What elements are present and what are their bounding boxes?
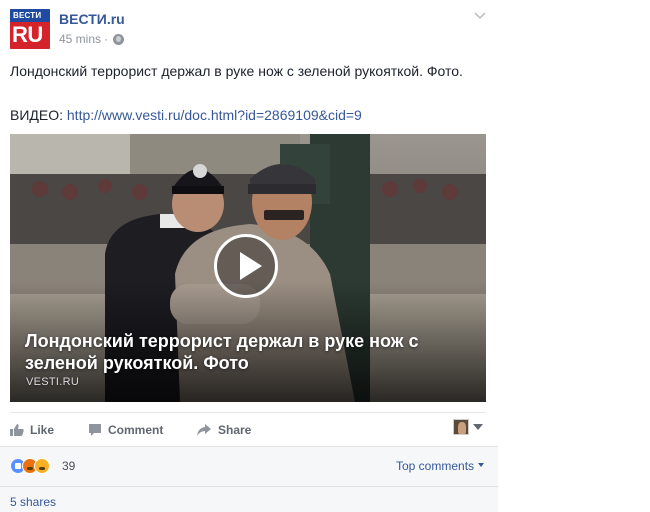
reactions-bar: 39 Top comments bbox=[0, 446, 498, 486]
comment-icon bbox=[89, 424, 101, 436]
top-comments-dropdown[interactable]: Top comments bbox=[396, 459, 485, 473]
chevron-down-icon[interactable] bbox=[474, 12, 486, 20]
shares-count-link[interactable]: 5 shares bbox=[10, 495, 56, 509]
reaction-count[interactable]: 39 bbox=[62, 459, 75, 473]
page-avatar-logo[interactable]: ВЕСТИ RU bbox=[10, 9, 50, 49]
video-line: ВИДЕО: http://www.vesti.ru/doc.html?id=2… bbox=[10, 106, 362, 125]
page-name-link[interactable]: ВЕСТИ.ru bbox=[59, 11, 125, 27]
post-timestamp[interactable]: 45 mins bbox=[59, 32, 101, 46]
wow-reaction-icon bbox=[34, 458, 50, 474]
avatar bbox=[453, 419, 469, 435]
post-meta: 45 mins · bbox=[59, 32, 125, 46]
shares-bar: 5 shares bbox=[0, 486, 498, 512]
video-source: VESTI.RU bbox=[26, 376, 80, 388]
action-bar: Like Comment Share bbox=[10, 412, 486, 446]
video-prefix: ВИДЕО: bbox=[10, 107, 67, 123]
share-icon bbox=[197, 424, 211, 436]
facebook-post: ВЕСТИ RU ВЕСТИ.ru 45 mins · Лондонский т… bbox=[0, 0, 498, 512]
logo-bottom-text: RU bbox=[12, 22, 43, 47]
like-label: Like bbox=[30, 423, 55, 437]
caret-down-icon bbox=[478, 463, 485, 467]
globe-icon bbox=[113, 33, 125, 45]
top-comments-label: Top comments bbox=[396, 459, 475, 473]
post-as-selector[interactable] bbox=[453, 419, 483, 435]
video-title[interactable]: Лондонский террорист держал в руке нож с… bbox=[25, 330, 465, 374]
video-card[interactable]: Лондонский террорист держал в руке нож с… bbox=[10, 134, 486, 402]
post-text: Лондонский террорист держал в руке нож с… bbox=[10, 63, 463, 79]
video-link[interactable]: http://www.vesti.ru/doc.html?id=2869109&… bbox=[67, 107, 362, 123]
comment-button[interactable]: Comment bbox=[88, 423, 163, 437]
comment-label: Comment bbox=[108, 423, 164, 437]
like-button[interactable]: Like bbox=[10, 423, 54, 437]
share-button[interactable]: Share bbox=[196, 423, 251, 437]
share-label: Share bbox=[218, 423, 252, 437]
reaction-icons[interactable] bbox=[10, 458, 50, 474]
meta-separator: · bbox=[104, 32, 109, 46]
play-button[interactable] bbox=[214, 234, 278, 298]
thumbs-up-icon bbox=[10, 424, 24, 436]
caret-down-icon bbox=[473, 424, 483, 430]
